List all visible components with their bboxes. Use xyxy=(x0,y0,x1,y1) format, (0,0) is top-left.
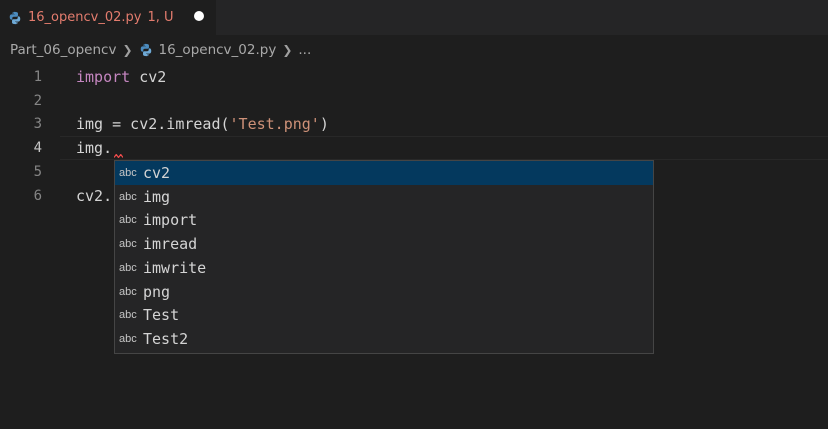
suggestion-label: imwrite xyxy=(143,259,207,277)
breadcrumb-folder[interactable]: Part_06_opencv xyxy=(10,42,116,58)
line-number: 2 xyxy=(33,93,42,109)
text-kind-icon: abc xyxy=(119,191,137,203)
tab-filename: 16_opencv_02.py xyxy=(28,10,142,25)
python-icon xyxy=(140,43,151,57)
code-text: cv2 xyxy=(130,68,167,86)
code-text: ) xyxy=(319,115,329,133)
chevron-right-icon: ❯ xyxy=(282,43,293,57)
text-kind-icon: abc xyxy=(119,167,137,179)
text-kind-icon: abc xyxy=(119,238,137,250)
line-number: 6 xyxy=(33,188,42,204)
suggestion-label: png xyxy=(143,283,171,301)
current-line-highlight xyxy=(60,136,828,160)
python-icon xyxy=(9,11,21,24)
text-kind-icon: abc xyxy=(119,286,137,298)
suggestion-item[interactable]: abc imread xyxy=(115,232,653,256)
suggestion-item[interactable]: abc Test2 xyxy=(115,327,653,351)
text-kind-icon: abc xyxy=(119,309,137,321)
line-number: 3 xyxy=(33,116,42,132)
tab-status: 1, U xyxy=(147,10,174,25)
suggestion-label: Test2 xyxy=(143,330,189,348)
keyword-token: import xyxy=(76,68,131,86)
suggestion-item[interactable]: abc imwrite xyxy=(115,256,653,280)
code-line-4: img. xyxy=(76,136,112,160)
suggestion-item[interactable]: abc img xyxy=(115,185,653,209)
error-squiggle-icon xyxy=(114,154,123,158)
chevron-right-icon: ❯ xyxy=(122,43,133,57)
code-line-6: cv2. xyxy=(76,184,112,208)
breadcrumb: Part_06_opencv ❯ 16_opencv_02.py ❯ ... xyxy=(0,35,828,65)
breadcrumb-more[interactable]: ... xyxy=(298,42,311,58)
text-kind-icon: abc xyxy=(119,214,137,226)
line-number: 1 xyxy=(33,69,42,85)
string-token: 'Test.png' xyxy=(229,115,320,133)
line-number: 4 xyxy=(33,140,42,156)
tab-bar: 16_opencv_02.py 1, U xyxy=(0,0,828,35)
unsaved-dot-icon[interactable] xyxy=(194,11,204,21)
text-kind-icon: abc xyxy=(119,333,137,345)
suggestion-label: import xyxy=(143,211,198,229)
breadcrumb-file[interactable]: 16_opencv_02.py xyxy=(159,42,277,58)
code-line-3: img = cv2.imread('Test.png') xyxy=(76,112,329,136)
code-text: img. xyxy=(76,139,113,157)
suggestion-item[interactable]: abc import xyxy=(115,208,653,232)
suggestion-widget: abc cv2 abc img abc import abc imread abc imw… xyxy=(114,160,654,354)
suggestion-label: img xyxy=(143,188,171,206)
suggestion-label: Test xyxy=(143,306,180,324)
suggestion-item[interactable]: abc cv2 xyxy=(115,161,653,185)
line-number: 5 xyxy=(33,164,42,180)
editor-tab[interactable]: 16_opencv_02.py 1, U xyxy=(0,0,216,35)
suggestion-label: cv2 xyxy=(143,164,171,182)
code-text: cv2. xyxy=(76,187,113,205)
code-text: img = cv2.imread( xyxy=(76,115,230,133)
suggestion-item[interactable]: abc png xyxy=(115,280,653,304)
suggestion-item[interactable]: abc Test xyxy=(115,303,653,327)
suggestion-label: imread xyxy=(143,235,198,253)
text-kind-icon: abc xyxy=(119,262,137,274)
code-line-1: import cv2 xyxy=(76,65,166,89)
